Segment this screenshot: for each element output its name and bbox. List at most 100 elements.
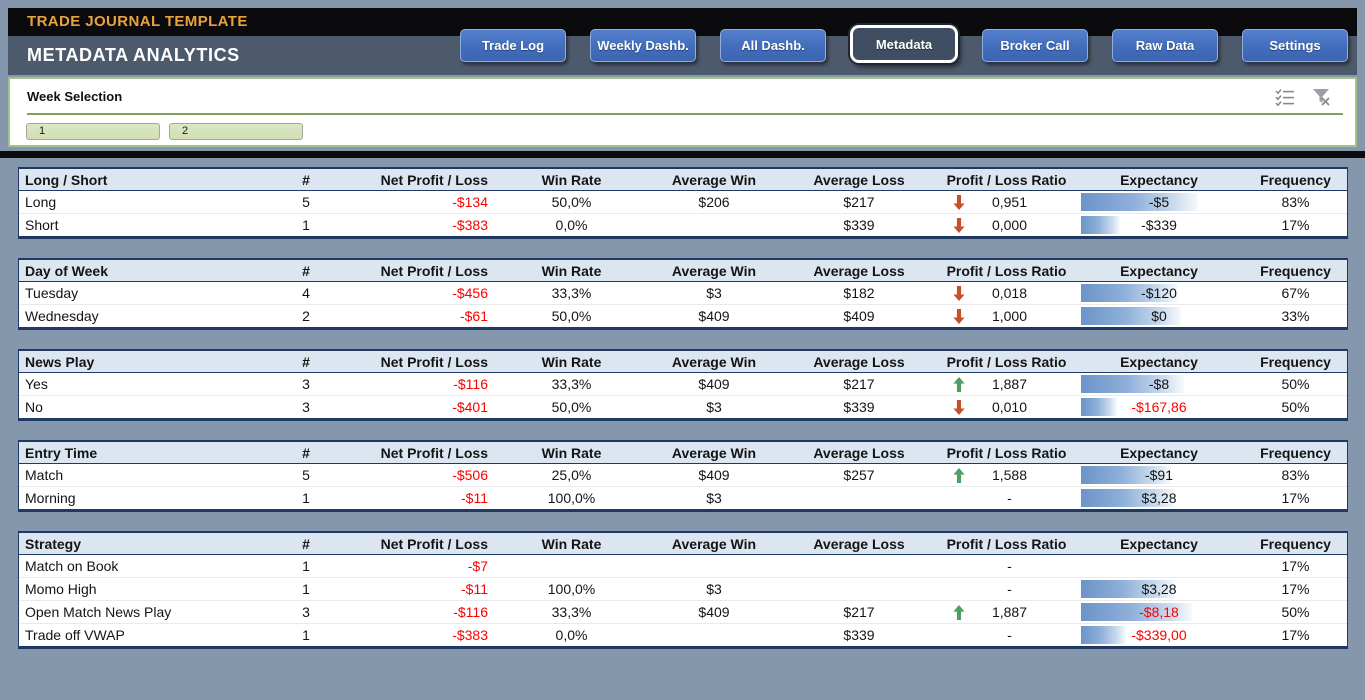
cell-win-rate: 33,3% (494, 376, 649, 392)
cell-profit-loss-ratio: 0,951 (939, 191, 1074, 213)
cell-expectancy: -$339 (1074, 214, 1244, 236)
column-header-category: Entry Time (19, 445, 289, 461)
cell-count: 1 (289, 490, 323, 506)
column-header-: # (289, 536, 323, 552)
cell-win-rate: 25,0% (494, 467, 649, 483)
nav-button-all-dashb[interactable]: All Dashb. (720, 29, 826, 62)
cell-net-profit-loss: -$401 (323, 399, 494, 415)
cell-label: Long (19, 194, 289, 210)
column-header-expectancy: Expectancy (1074, 172, 1244, 188)
cell-net-profit-loss: -$7 (323, 558, 494, 574)
column-header-profit-loss-ratio: Profit / Loss Ratio (939, 263, 1074, 279)
expectancy-value: -$120 (1141, 285, 1177, 301)
cell-label: Open Match News Play (19, 604, 289, 620)
cell-profit-loss-ratio: 1,887 (939, 601, 1074, 623)
arrow-none (953, 558, 966, 574)
cell-expectancy: -$120 (1074, 282, 1244, 304)
cell-count: 1 (289, 558, 323, 574)
cell-count: 2 (289, 308, 323, 324)
cell-win-rate: 50,0% (494, 399, 649, 415)
nav-buttons: Trade Log Weekly Dashb. All Dashb. Metadata… (460, 27, 1348, 63)
cell-frequency: 33% (1244, 308, 1347, 324)
cell-frequency: 83% (1244, 194, 1347, 210)
expectancy-data-bar (1081, 398, 1117, 416)
ratio-value: 1,588 (979, 467, 1040, 483)
nav-button-trade-log[interactable]: Trade Log (460, 29, 566, 62)
column-header-category: Long / Short (19, 172, 289, 188)
cell-profit-loss-ratio: 1,000 (939, 305, 1074, 327)
expectancy-value: -$339,00 (1131, 627, 1186, 643)
cell-average-win: $409 (649, 376, 779, 392)
nav-button-weekly-dashb[interactable]: Weekly Dashb. (590, 29, 696, 62)
table-row: Wednesday2-$6150,0%$409$4091,000$033% (19, 304, 1347, 327)
arrow-up-icon (953, 467, 966, 483)
cell-label: No (19, 399, 289, 415)
column-header-frequency: Frequency (1244, 536, 1347, 552)
column-header-expectancy: Expectancy (1074, 445, 1244, 461)
cell-label: Wednesday (19, 308, 289, 324)
cell-expectancy: -$5 (1074, 191, 1244, 213)
column-header-average-win: Average Win (649, 536, 779, 552)
expectancy-value: $0 (1151, 308, 1167, 324)
column-header-category: Strategy (19, 536, 289, 552)
table-row: Yes3-$11633,3%$409$2171,887-$850% (19, 373, 1347, 395)
table-header-row: Long / Short#Net Profit / LossWin RateAv… (19, 169, 1347, 191)
cell-average-loss: $409 (779, 308, 939, 324)
cell-expectancy: $3,28 (1074, 578, 1244, 600)
cell-expectancy: -$167,86 (1074, 396, 1244, 418)
table-row: Match5-$50625,0%$409$2571,588-$9183% (19, 464, 1347, 486)
cell-average-win: $3 (649, 581, 779, 597)
cell-count: 3 (289, 399, 323, 415)
table-header-row: Strategy#Net Profit / LossWin RateAverag… (19, 533, 1347, 555)
column-header-average-win: Average Win (649, 445, 779, 461)
cell-average-win: $409 (649, 604, 779, 620)
expectancy-value: -$8,18 (1139, 604, 1179, 620)
cell-label: Tuesday (19, 285, 289, 301)
cell-win-rate: 100,0% (494, 581, 649, 597)
table-row: Tuesday4-$45633,3%$3$1820,018-$12067% (19, 282, 1347, 304)
ratio-value: - (979, 490, 1040, 506)
expectancy-value: -$91 (1145, 467, 1173, 483)
column-header-frequency: Frequency (1244, 172, 1347, 188)
analytics-table-long-short: Long / Short#Net Profit / LossWin RateAv… (18, 167, 1348, 239)
nav-button-raw-data[interactable]: Raw Data (1112, 29, 1218, 62)
column-header-frequency: Frequency (1244, 445, 1347, 461)
cell-frequency: 17% (1244, 581, 1347, 597)
cell-net-profit-loss: -$61 (323, 308, 494, 324)
page-title: METADATA ANALYTICS (27, 45, 240, 66)
cell-profit-loss-ratio: - (939, 487, 1074, 509)
ratio-value: - (979, 627, 1040, 643)
cell-win-rate: 33,3% (494, 604, 649, 620)
arrow-down-icon (953, 285, 966, 301)
cell-label: Trade off VWAP (19, 627, 289, 643)
cell-average-loss: $339 (779, 627, 939, 643)
cell-net-profit-loss: -$134 (323, 194, 494, 210)
column-header-net-profit-loss: Net Profit / Loss (323, 445, 494, 461)
cell-average-win: $409 (649, 308, 779, 324)
column-header-category: Day of Week (19, 263, 289, 279)
column-header-profit-loss-ratio: Profit / Loss Ratio (939, 536, 1074, 552)
ratio-value: 0,018 (979, 285, 1040, 301)
cell-count: 3 (289, 604, 323, 620)
expectancy-data-bar (1081, 626, 1126, 644)
cell-count: 3 (289, 376, 323, 392)
nav-button-broker-call[interactable]: Broker Call (982, 29, 1088, 62)
cell-win-rate: 50,0% (494, 308, 649, 324)
analytics-table-news-play: News Play#Net Profit / LossWin RateAvera… (18, 349, 1348, 421)
nav-button-metadata[interactable]: Metadata (850, 25, 958, 63)
cell-frequency: 17% (1244, 217, 1347, 233)
cell-label: Yes (19, 376, 289, 392)
cell-net-profit-loss: -$456 (323, 285, 494, 301)
ratio-value: 0,000 (979, 217, 1040, 233)
cell-label: Morning (19, 490, 289, 506)
cell-net-profit-loss: -$11 (323, 581, 494, 597)
table-header-row: Entry Time#Net Profit / LossWin RateAver… (19, 442, 1347, 464)
nav-button-settings[interactable]: Settings (1242, 29, 1348, 62)
column-header-expectancy: Expectancy (1074, 536, 1244, 552)
cell-average-loss: $217 (779, 194, 939, 210)
column-header-net-profit-loss: Net Profit / Loss (323, 172, 494, 188)
arrow-down-icon (953, 217, 966, 233)
ratio-value: 1,887 (979, 376, 1040, 392)
cell-label: Short (19, 217, 289, 233)
column-header-profit-loss-ratio: Profit / Loss Ratio (939, 445, 1074, 461)
